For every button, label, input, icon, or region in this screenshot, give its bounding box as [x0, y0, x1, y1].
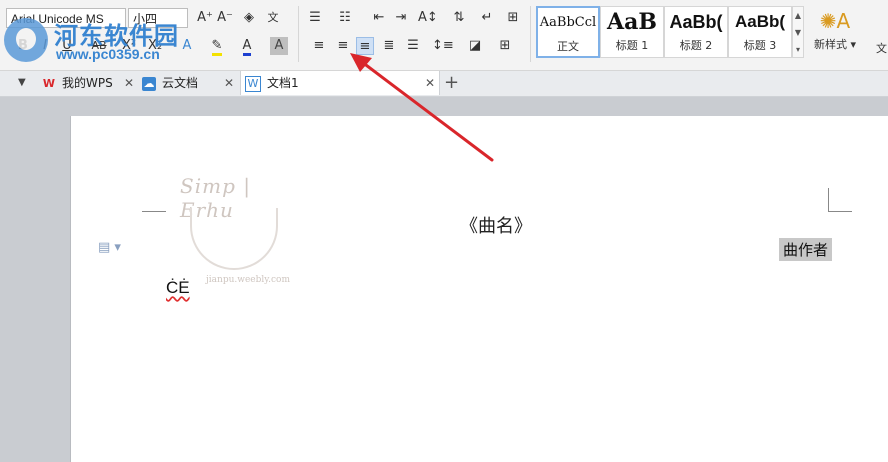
annotation-arrow [350, 53, 494, 162]
